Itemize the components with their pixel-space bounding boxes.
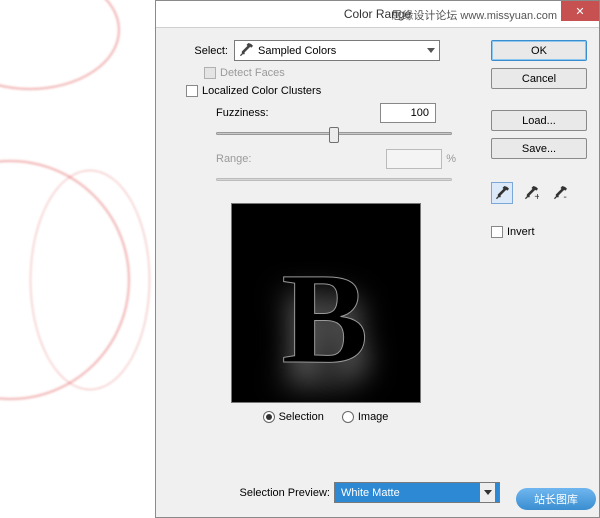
range-input	[386, 149, 442, 169]
range-label: Range:	[216, 153, 251, 165]
invert-label: Invert	[507, 226, 535, 238]
eyedropper-icon	[239, 43, 254, 58]
invert-checkbox[interactable]	[491, 226, 503, 238]
cancel-button[interactable]: Cancel	[491, 68, 587, 89]
eyedropper-plus-icon: +	[524, 186, 539, 201]
save-button[interactable]: Save...	[491, 138, 587, 159]
select-dropdown[interactable]: Sampled Colors	[234, 40, 440, 61]
fuzziness-label: Fuzziness:	[216, 107, 269, 119]
color-range-dialog: Color Range 思缘设计论坛 www.missyuan.com ✕ Se…	[155, 0, 600, 518]
image-radio[interactable]: Image	[342, 411, 389, 423]
selection-preview-label: Selection Preview:	[168, 487, 334, 499]
fuzziness-thumb[interactable]	[329, 127, 339, 143]
titlebar[interactable]: Color Range 思缘设计论坛 www.missyuan.com ✕	[156, 1, 599, 28]
selection-radio[interactable]: Selection	[263, 411, 324, 423]
svg-text:+: +	[534, 192, 539, 201]
ok-button[interactable]: OK	[491, 40, 587, 61]
selection-preview-dropdown[interactable]: White Matte	[334, 482, 500, 503]
close-button[interactable]: ✕	[561, 1, 599, 21]
chevron-down-icon	[427, 48, 435, 53]
eyedropper-add-button[interactable]: +	[520, 182, 542, 204]
localized-label: Localized Color Clusters	[202, 85, 321, 97]
load-button[interactable]: Load...	[491, 110, 587, 131]
site-badge: 站长图库	[516, 488, 596, 510]
close-icon: ✕	[575, 5, 584, 18]
range-unit: %	[446, 153, 456, 165]
select-value: Sampled Colors	[258, 45, 336, 57]
canvas-background	[0, 0, 155, 518]
image-radio-label: Image	[358, 411, 389, 423]
eyedropper-sample-button[interactable]	[491, 182, 513, 204]
select-label: Select:	[168, 45, 234, 57]
eyedropper-minus-icon: -	[553, 186, 568, 201]
selection-preview-image: B	[231, 203, 421, 403]
fuzziness-input[interactable]: 100	[380, 103, 436, 123]
selection-preview-value: White Matte	[339, 487, 480, 499]
detect-faces-checkbox	[204, 67, 216, 79]
localized-checkbox[interactable]	[186, 85, 198, 97]
chevron-down-icon	[484, 490, 492, 495]
svg-text:-: -	[563, 192, 566, 201]
range-slider	[216, 171, 452, 189]
selection-radio-label: Selection	[279, 411, 324, 423]
eyedropper-subtract-button[interactable]: -	[549, 182, 571, 204]
watermark-text: 思缘设计论坛 www.missyuan.com	[391, 7, 557, 23]
fuzziness-slider[interactable]	[216, 125, 452, 143]
detect-faces-label: Detect Faces	[220, 67, 285, 79]
eyedropper-icon	[495, 186, 510, 201]
